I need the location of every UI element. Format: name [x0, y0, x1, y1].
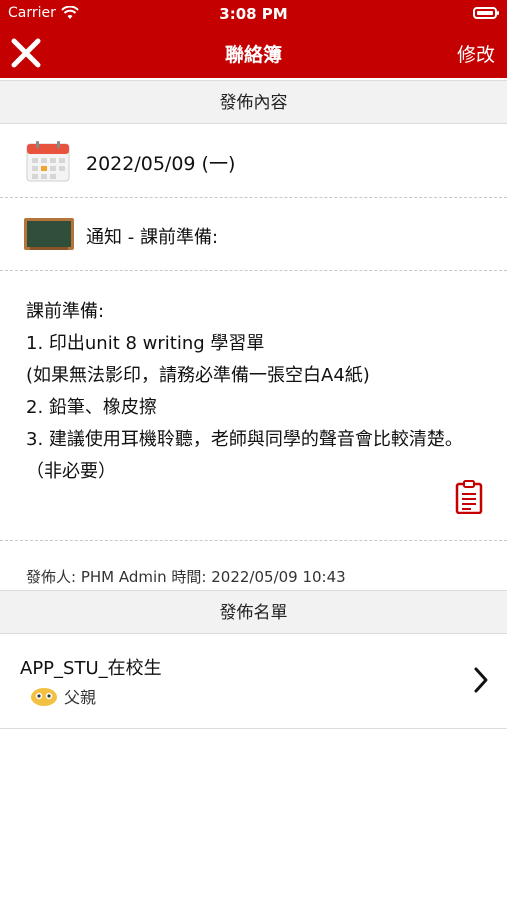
divider [0, 540, 507, 541]
recipient-name: APP_STU_在校生 [20, 658, 162, 679]
notice-body: 課前準備: 1. 印出unit 8 writing 學習單 (如果無法影印，請務… [26, 301, 463, 482]
parent-avatar-icon [31, 688, 57, 706]
battery-icon [473, 7, 499, 19]
clipboard-icon[interactable] [455, 480, 483, 514]
edit-button[interactable]: 修改 [457, 40, 495, 67]
publish-content-header: 發佈內容 [0, 80, 507, 124]
recipients-header: 發佈名單 [0, 590, 507, 634]
notice-type: 通知 - 課前準備: [86, 227, 219, 248]
date-row: 2022/05/09 (一) [0, 126, 507, 196]
notice-type-row: 通知 - 課前準備: [0, 198, 507, 270]
calendar-icon [26, 141, 70, 182]
status-bar: Carrier 3:08 PM [0, 0, 507, 28]
page-title: 聯絡簿 [224, 44, 282, 66]
recipient-role-row: 父親 [30, 684, 96, 708]
blackboard-icon [24, 218, 74, 250]
recipient-role: 父親 [64, 688, 97, 707]
chevron-right-icon[interactable] [473, 666, 489, 694]
status-time: 3:08 PM [219, 5, 288, 23]
poster-info: 發佈人: PHM Admin 時間: 2022/05/09 10:43 [26, 568, 346, 586]
publish-date: 2022/05/09 (一) [86, 153, 236, 175]
list-item[interactable]: APP_STU_在校生 父親 [0, 634, 507, 729]
divider [0, 270, 507, 271]
nav-bar: 聯絡簿 修改 [0, 28, 507, 78]
